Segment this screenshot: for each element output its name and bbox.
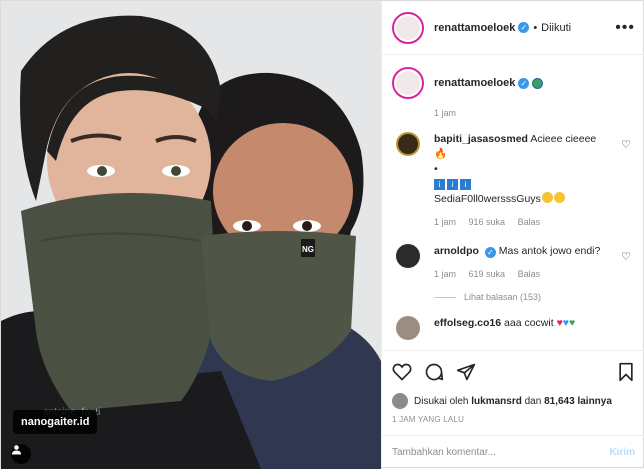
liked-by: Disukai oleh lukmansrd dan 81,643 lainny… [392, 393, 635, 409]
liked-by-user[interactable]: lukmansrd [471, 396, 522, 407]
author-avatar[interactable] [392, 11, 424, 44]
verified-badge-icon: ✓ [484, 247, 496, 258]
verified-badge-icon: ✓ [518, 22, 530, 33]
comments-list[interactable]: renattamoeloek ✓ 1 jam bapiti_jasasosmed… [382, 56, 644, 350]
comment-likes[interactable]: 619 suka [469, 269, 506, 279]
caption-row: renattamoeloek ✓ [392, 66, 633, 100]
tagged-users-button[interactable] [11, 444, 31, 464]
commenter-username[interactable]: effolseg.co16 [434, 317, 501, 329]
mask-logo: NG [302, 245, 314, 254]
globe-emoji-icon [532, 77, 544, 89]
post-photo[interactable]: NG antoine_fanti nanogaiter.id [1, 1, 381, 469]
like-comment-heart-icon[interactable]: ♡ [621, 138, 631, 151]
commenter-avatar[interactable] [396, 132, 420, 156]
comment-meta: 1 jam 619 suka Balas [434, 267, 604, 282]
comment-text-line: SediaF0ll0wersssGuys [434, 193, 541, 205]
commenter-avatar[interactable] [396, 244, 420, 268]
post-side-panel: renattamoeloek ✓ • Diikuti ••• renattamo… [381, 1, 644, 469]
reply-button[interactable]: Balas [518, 217, 541, 227]
more-options-icon[interactable]: ••• [615, 19, 635, 37]
comment-item: arnoldpo ✓ Mas antok jowo endi? 1 jam 61… [392, 244, 633, 282]
commenter-username[interactable]: bapiti_jasasosmed [434, 133, 528, 145]
like-heart-icon[interactable] [392, 362, 412, 382]
comment-text: Acieee cieeee [530, 133, 597, 145]
info-box-icon: i [460, 179, 471, 190]
product-tag[interactable]: nanogaiter.id [13, 410, 98, 434]
info-box-icon: i [447, 179, 458, 190]
emoji-icon [553, 192, 565, 203]
photo-illustration: NG [1, 1, 381, 469]
comment-text: aaa cocwit [504, 317, 554, 329]
comment-item: bapiti_jasasosmed Acieee cieeee 🔥 • iii … [392, 132, 633, 230]
commenter-avatar[interactable] [396, 316, 420, 340]
view-replies-label: Lihat balasan (153) [464, 292, 542, 302]
caption-username[interactable]: renattamoeloek [434, 77, 515, 89]
instagram-post: NG antoine_fanti nanogaiter.id renattamo… [0, 0, 644, 469]
send-comment-button[interactable]: Kirim [609, 447, 635, 458]
comment-text: Mas antok jowo endi? [498, 245, 601, 257]
share-icon[interactable] [456, 362, 476, 382]
info-boxes: iii [434, 177, 604, 192]
liked-by-prefix: Disukai oleh [414, 395, 469, 407]
post-time-ago: 1 JAM YANG LALU [392, 415, 465, 424]
comment-bullet: • [434, 163, 438, 175]
like-comment-heart-icon[interactable]: ♡ [621, 250, 631, 263]
liked-by-mid: dan [524, 395, 542, 407]
separator-dot: • [533, 21, 538, 34]
comment-time: 1 jam [434, 217, 457, 227]
view-replies-button[interactable]: Lihat balasan (153) [434, 292, 633, 302]
action-icons [392, 359, 635, 385]
post-header: renattamoeloek ✓ • Diikuti ••• [382, 1, 644, 55]
caption-time: 1 jam [434, 108, 457, 118]
heart-emoji-icon: ♥ [569, 317, 576, 329]
comment-item: effolseg.co16 aaa cocwit ♥♥♥ [392, 316, 633, 340]
comment-likes[interactable]: 916 suka [469, 217, 506, 227]
info-box-icon: i [434, 179, 445, 190]
verified-badge-icon: ✓ [518, 77, 530, 89]
bookmark-icon[interactable] [617, 362, 635, 382]
emoji-icon [541, 192, 553, 203]
add-comment-bar: Kirim [382, 435, 644, 469]
replies-divider [434, 296, 456, 298]
liker-avatar[interactable] [392, 393, 408, 409]
author-username[interactable]: renattamoeloek [434, 22, 515, 34]
user-icon [12, 445, 21, 455]
comment-icon[interactable] [424, 362, 444, 382]
post-actions: Disukai oleh lukmansrd dan 81,643 lainny… [382, 350, 644, 424]
commenter-username[interactable]: arnoldpo [434, 245, 479, 257]
fire-emoji-icon: 🔥 [434, 148, 448, 160]
comment-meta: 1 jam 916 suka Balas [434, 215, 604, 230]
comment-time: 1 jam [434, 269, 457, 279]
add-comment-input[interactable] [392, 447, 610, 458]
caption-avatar[interactable] [392, 67, 424, 99]
liked-by-count[interactable]: 81,643 lainnya [544, 396, 612, 407]
follow-status-button[interactable]: Diikuti [541, 22, 571, 34]
reply-button[interactable]: Balas [518, 269, 541, 279]
